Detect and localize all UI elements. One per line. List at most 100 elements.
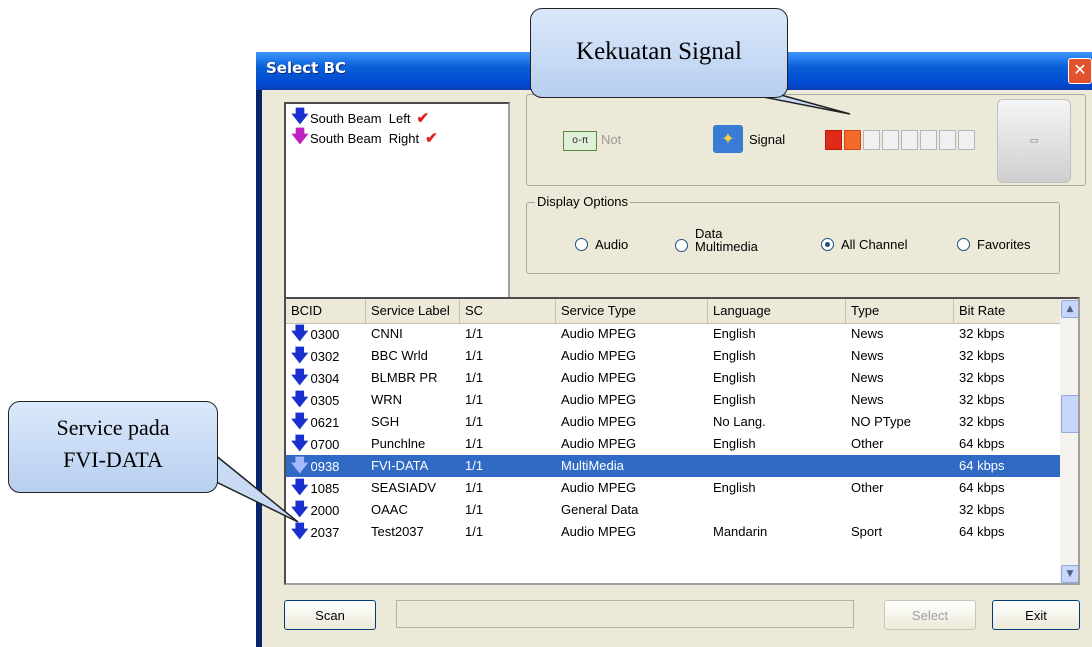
table-cell: Audio MPEG [561, 326, 637, 341]
bcid-cell: 🡇 0304 [286, 367, 366, 389]
radio-data-multimedia[interactable]: Data Multimedia [675, 227, 758, 253]
table-cell: 1/1 [465, 436, 484, 451]
column-header[interactable]: Service Label [366, 299, 460, 323]
table-cell: News [851, 348, 884, 363]
beam-item-right[interactable]: 🡇 South Beam Right ✔ [290, 127, 508, 148]
radio-all-channel[interactable]: All Channel [821, 237, 908, 252]
arrow-down-icon: 🡇 [291, 390, 309, 409]
table-cell: 32 kbps [959, 502, 1005, 517]
bcid-cell: 🡇 0302 [286, 345, 366, 367]
table-cell: BBC Wrld [371, 348, 428, 363]
radio-label: All Channel [841, 237, 908, 252]
beam-item-left[interactable]: 🡇 South Beam Left ✔ [290, 107, 508, 128]
column-header[interactable]: Type [846, 299, 954, 323]
table-cell: English [713, 370, 756, 385]
table-row[interactable]: 🡇 0302 BBC Wrld 1/1 Audio MPEG English News 32 … [286, 345, 1062, 367]
table-cell: 1/1 [465, 502, 484, 517]
column-header[interactable]: Bit Rate [954, 299, 1062, 323]
table-cell [846, 455, 954, 477]
signal-callout-text: Kekuatan Signal [576, 38, 742, 65]
cell-text: 2000 [310, 503, 340, 518]
select-button[interactable]: Select [884, 600, 976, 630]
cell-text: 0305 [310, 393, 340, 408]
radio-button[interactable] [675, 238, 688, 252]
table-row[interactable]: 🡇 1085 SEASIADV 1/1 Audio MPEG English Other 64… [286, 477, 1062, 499]
scroll-up-icon[interactable]: ▲ [1061, 300, 1078, 318]
table-cell: 32 kbps [959, 348, 1005, 363]
table-cell: No Lang. [713, 414, 766, 429]
radio-audio[interactable]: Audio [575, 237, 628, 252]
table-row[interactable]: 🡇 2037 Test2037 1/1 Audio MPEG Mandarin Sport 6… [286, 521, 1062, 543]
bcid-cell: 🡇 2037 [286, 521, 366, 543]
table-cell: Audio MPEG [561, 480, 637, 495]
table-cell: 32 kbps [959, 392, 1005, 407]
beam-list[interactable]: 🡇 South Beam Left ✔ 🡇 South Beam Right ✔ [284, 102, 510, 302]
cell-text: 0304 [310, 371, 340, 386]
receiver-device-icon: ▭ [997, 99, 1071, 183]
vertical-scrollbar[interactable]: ▲ ▼ [1060, 299, 1078, 583]
table-cell: Audio MPEG [561, 392, 637, 407]
signal-segment [901, 130, 918, 150]
display-options-label: Display Options [535, 194, 631, 209]
table-cell [708, 499, 846, 521]
cell-text: 0938 [310, 459, 340, 474]
table-cell: 64 kbps [959, 480, 1005, 495]
table-cell: SGH [371, 414, 400, 429]
table-row[interactable]: 🡇 2000 OAAC 1/1 General Data 32 kbps [286, 499, 1062, 521]
signal-segment [958, 130, 975, 150]
exit-button[interactable]: Exit [992, 600, 1080, 630]
table-row[interactable]: 🡇 0700 Punchlne 1/1 Audio MPEG English Other 64… [286, 433, 1062, 455]
beam-label: South Beam Right [310, 130, 420, 146]
table-cell: English [713, 326, 756, 341]
column-header[interactable]: Language [708, 299, 846, 323]
table-cell: Other [851, 480, 884, 495]
bcid-cell: 🡇 0300 [286, 323, 366, 345]
checkmark-icon: ✔ [416, 110, 430, 127]
signal-label: Signal [749, 132, 786, 147]
table-header: BCID Service Label SC Service Type Language T… [286, 299, 1062, 324]
table-cell: 1/1 [465, 348, 484, 363]
bcid-cell: 🡇 0938 [286, 455, 366, 477]
cell-text: 0302 [310, 349, 340, 364]
radio-button[interactable] [821, 238, 834, 251]
table-cell: English [713, 348, 756, 363]
window-title: Select BC [266, 59, 347, 77]
table-row[interactable]: 🡇 0938 FVI-DATA 1/1 MultiMedia 64 kbps [286, 455, 1062, 477]
bcid-cell: 🡇 2000 [286, 499, 366, 521]
checkmark-icon: ✔ [425, 130, 438, 147]
close-button[interactable]: ✕ [1068, 58, 1092, 84]
table-cell: News [851, 392, 884, 407]
table-body[interactable]: 🡇 0300 CNNI 1/1 Audio MPEG English News 32 kbps… [286, 323, 1062, 543]
service-table[interactable]: BCID Service Label SC Service Type Language T… [284, 297, 1080, 585]
status-group: Status o-π Not ✦ Signal ▭ [526, 86, 1086, 186]
radio-label: Favorites [977, 237, 1031, 252]
radio-button[interactable] [575, 238, 588, 251]
table-cell: General Data [561, 502, 639, 517]
signal-segment [882, 130, 899, 150]
column-header[interactable]: Service Type [556, 299, 708, 323]
table-cell: English [713, 392, 756, 407]
key-icon: o-π [563, 131, 597, 151]
table-cell: 64 kbps [959, 524, 1005, 539]
bcid-cell: 🡇 0700 [286, 433, 366, 455]
table-row[interactable]: 🡇 0305 WRN 1/1 Audio MPEG English News 32 kbps [286, 389, 1062, 411]
service-callout-line2: FVI-DATA [63, 447, 163, 472]
display-options-group: Display Options Audio Data Multimedia Al… [526, 194, 1060, 274]
table-row[interactable]: 🡇 0621 SGH 1/1 Audio MPEG No Lang. NO PType 32 … [286, 411, 1062, 433]
table-row[interactable]: 🡇 0300 CNNI 1/1 Audio MPEG English News 32 kbps [286, 323, 1062, 345]
column-header[interactable]: SC [460, 299, 556, 323]
table-cell [846, 499, 954, 521]
scroll-thumb[interactable] [1061, 395, 1078, 433]
bcid-cell: 🡇 0621 [286, 411, 366, 433]
table-row[interactable]: 🡇 0304 BLMBR PR 1/1 Audio MPEG English News 32 … [286, 367, 1062, 389]
scroll-down-icon[interactable]: ▼ [1061, 565, 1078, 583]
column-header[interactable]: BCID [286, 299, 366, 323]
radio-button[interactable] [957, 238, 970, 251]
table-cell: 1/1 [465, 458, 484, 473]
radio-favorites[interactable]: Favorites [957, 237, 1030, 252]
service-callout-line1: Service pada [56, 415, 170, 440]
bcid-cell: 🡇 1085 [286, 477, 366, 499]
radio-label: Audio [595, 237, 629, 252]
radio-label: Data Multimedia [695, 226, 758, 254]
scan-button[interactable]: Scan [284, 600, 376, 630]
